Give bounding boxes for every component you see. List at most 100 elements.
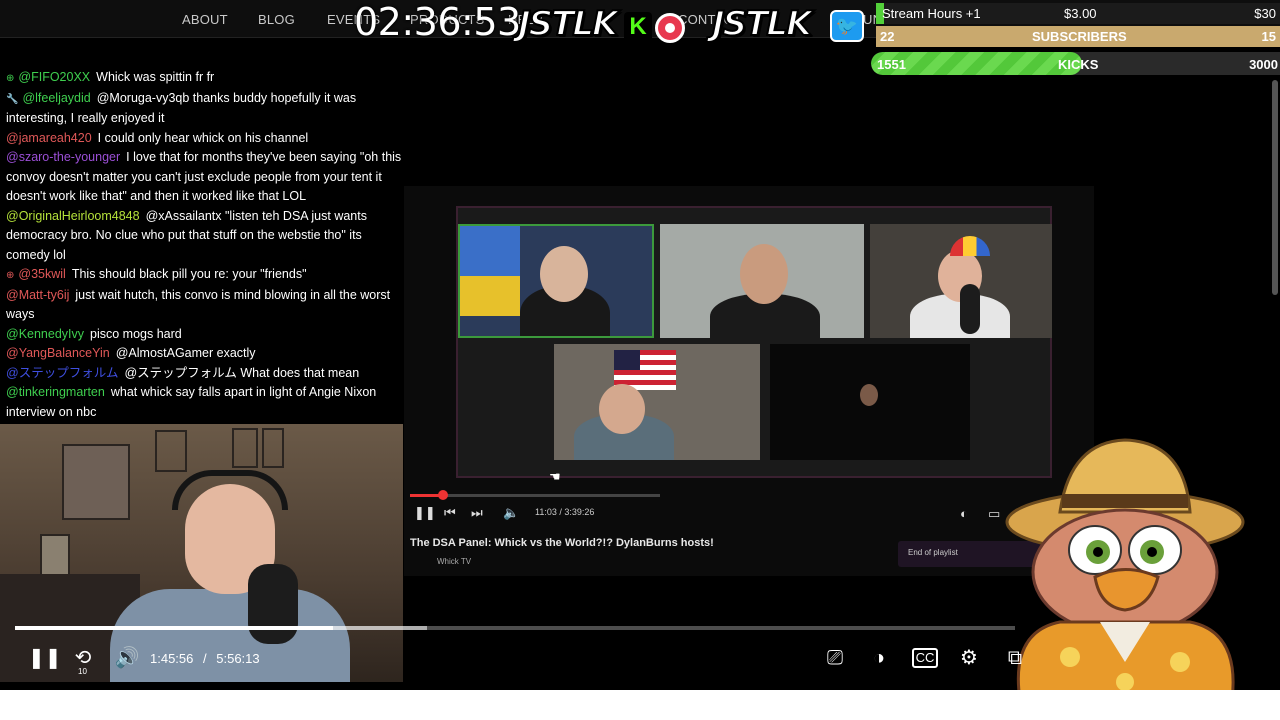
- subscribers-goal-bar: 22 SUBSCRIBERS 15: [876, 26, 1280, 47]
- chat-username[interactable]: @jamareah420: [6, 131, 92, 145]
- chat-message: ⊕ @FIFO20XX Whick was spittin fr fr: [6, 68, 402, 89]
- wall-frame: [262, 428, 284, 468]
- chat-message: ⊕ @35kwil This should black pill you re: y…: [6, 265, 402, 286]
- record-icon: [655, 13, 685, 43]
- embedded-seek-knob[interactable]: [437, 490, 448, 500]
- wall-frame: [232, 428, 258, 468]
- player-time: 1:45:56 / 5:56:13: [150, 651, 260, 666]
- shirt-flower: [1116, 673, 1134, 691]
- panelist-microphone: [960, 284, 980, 334]
- mouse-cursor-icon: ☚: [549, 469, 561, 484]
- chat-username[interactable]: @szaro-the-younger: [6, 150, 120, 164]
- jstlk-logo-right: JSTLK: [711, 3, 813, 45]
- embedded-pause-icon[interactable]: ❚❚: [414, 505, 436, 521]
- chat-username[interactable]: @OriginalHeirloom4848: [6, 209, 140, 223]
- kicks-label: KICKS: [1058, 57, 1099, 72]
- embedded-channel-name[interactable]: Whick TV: [437, 557, 471, 566]
- player-progress-bar[interactable]: [15, 626, 1015, 630]
- panelist-face: [599, 384, 645, 434]
- panelist-tile: [870, 224, 1052, 338]
- streamer-body: [110, 589, 350, 682]
- chat-username[interactable]: @tinkeringmarten: [6, 385, 105, 399]
- kick-logo-icon: K: [624, 12, 652, 42]
- streamer-webcam: [0, 424, 403, 682]
- stream-hours-goal: $30: [1254, 6, 1276, 21]
- chat-username[interactable]: @KennedyIvy: [6, 327, 84, 341]
- chat-text: @ステップフォルム What does that mean: [124, 365, 360, 380]
- panelist-tile: [554, 344, 760, 460]
- penguin-mascot: [1005, 438, 1245, 702]
- rewind-10-label: 10: [78, 667, 87, 676]
- gear-icon[interactable]: ⚙: [956, 646, 982, 670]
- colorful-hat: [950, 236, 990, 256]
- volume-icon[interactable]: 🔊: [114, 646, 140, 670]
- panelist-face: [540, 246, 588, 302]
- panelist-face: [740, 244, 788, 304]
- embedded-video-title[interactable]: The DSA Panel: Whick vs the World?!? Dyl…: [410, 537, 714, 549]
- panelist-tile: [660, 224, 864, 338]
- embedded-playlist-label: End of playlist: [908, 548, 958, 557]
- picture-in-picture-icon[interactable]: ⧉: [1002, 646, 1028, 670]
- flag-blue: [460, 226, 520, 276]
- player-duration: 5:56:13: [216, 651, 260, 666]
- microphone: [248, 564, 298, 644]
- chat-text: I could only hear whick on his channel: [97, 130, 309, 145]
- contrast-icon[interactable]: ◑: [866, 646, 892, 670]
- chat-message: @tinkeringmarten what whick say falls apa…: [6, 383, 402, 422]
- shirt-flower: [1060, 647, 1080, 667]
- airplay-icon[interactable]: ⎚: [822, 646, 848, 670]
- embedded-seek-bar[interactable]: [410, 490, 660, 500]
- player-played: [15, 626, 333, 630]
- stream-timer: 02:36:53: [354, 0, 521, 44]
- nav-blog-link[interactable]: BLOG: [258, 12, 295, 27]
- page-scrollbar[interactable]: [1272, 80, 1278, 295]
- hat-band: [1062, 494, 1188, 508]
- nav-about-link[interactable]: ABOUT: [182, 12, 228, 27]
- shirt-flower: [1170, 652, 1190, 672]
- chat-username[interactable]: @FIFO20XX: [18, 70, 90, 84]
- stream-hours-goal-bar: Stream Hours +1 $3.00 $30: [876, 3, 1280, 24]
- chat-username[interactable]: @ステップフォルム: [6, 366, 118, 380]
- panelist-face: [860, 384, 878, 406]
- chat-message: @jamareah420 I could only hear whick on h…: [6, 129, 402, 149]
- kicks-goal-bar: 1551 KICKS 3000: [871, 52, 1280, 75]
- chat-message: @YangBalanceYin @AlmostAGamer exactly: [6, 344, 402, 364]
- chat-message: @ステップフォルム @ステップフォルム What does that mean: [6, 364, 402, 384]
- rewind-10-icon[interactable]: ⟲ 10: [70, 646, 96, 676]
- jstlk-logo-left: JSTLK: [517, 3, 619, 45]
- embedded-previous-icon[interactable]: ⏮: [444, 505, 456, 521]
- kicks-goal: 3000: [1249, 57, 1278, 72]
- flag-yellow: [460, 276, 520, 316]
- chat-username[interactable]: @35kwil: [18, 267, 65, 281]
- mascot-right-pupil-center: [1147, 547, 1157, 557]
- stream-hours-label: Stream Hours +1: [882, 6, 981, 21]
- chat-badge-icon: ⊕: [6, 270, 15, 281]
- chat-badge-icon: 🔧: [6, 93, 19, 105]
- us-flag-canton: [614, 350, 640, 370]
- chat-message: 🔧 @lfeeljaydid @Moruga-vy3qb thanks buddy …: [6, 89, 402, 129]
- embedded-captions-icon[interactable]: ▭: [988, 506, 1000, 522]
- panelist-tile: [458, 224, 654, 338]
- chat-username[interactable]: @lfeeljaydid: [22, 91, 90, 105]
- subscribers-label: SUBSCRIBERS: [1032, 29, 1127, 44]
- chat-text: Whick was spittin fr fr: [96, 70, 215, 84]
- panelist-tile: [770, 344, 970, 460]
- headphones: [172, 470, 288, 510]
- closed-captions-icon[interactable]: CC: [912, 648, 938, 668]
- chat-log: ⊕ @FIFO20XX Whick was spittin fr fr 🔧 @lfeel…: [6, 68, 402, 422]
- pause-icon[interactable]: ❚❚: [28, 646, 62, 670]
- chat-text: pisco mogs hard: [90, 326, 182, 341]
- chat-username[interactable]: @YangBalanceYin: [6, 346, 110, 360]
- player-current-time: 1:45:56: [150, 651, 194, 666]
- chat-message: @KennedyIvy pisco mogs hard: [6, 325, 402, 345]
- subscribers-goal: 15: [1261, 29, 1276, 44]
- embedded-volume-icon[interactable]: 🔈: [503, 505, 519, 521]
- embedded-autoplay-toggle[interactable]: ◐: [960, 506, 968, 521]
- embedded-time: 11:03 / 3:39:26: [535, 507, 595, 517]
- twitter-icon: 🐦: [830, 10, 864, 42]
- wall-frame: [155, 430, 187, 472]
- chat-text: This should black pill you re: your "fri…: [71, 267, 307, 281]
- embedded-next-icon[interactable]: ⏭: [471, 505, 483, 521]
- chat-text: @AlmostAGamer exactly: [115, 346, 256, 360]
- chat-username[interactable]: @Matt-ty6ij: [6, 288, 69, 302]
